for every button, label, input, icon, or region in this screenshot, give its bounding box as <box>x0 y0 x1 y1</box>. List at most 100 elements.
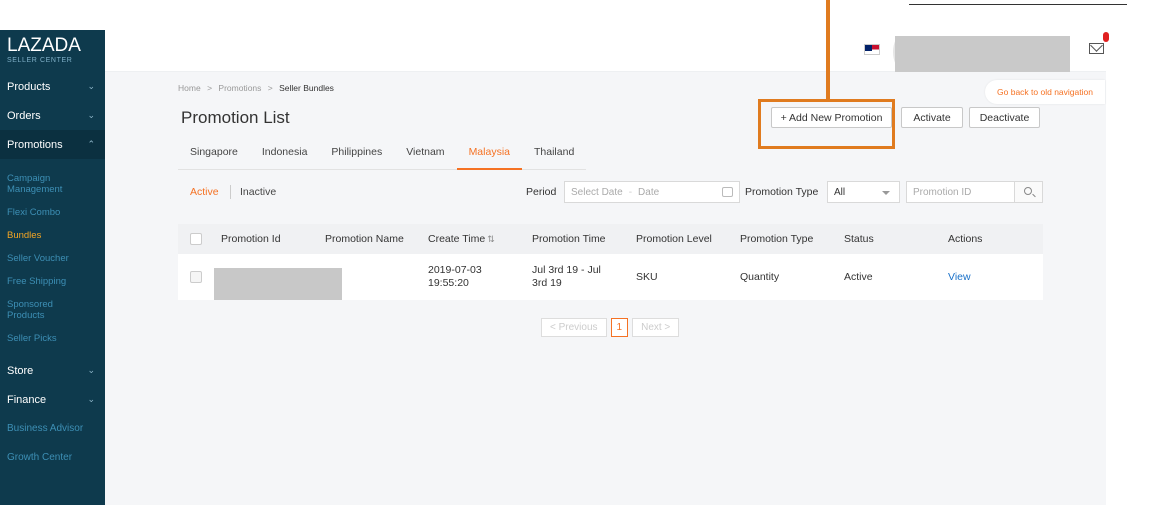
sidebar-item-label: Business Advisor <box>7 423 84 434</box>
logo-text: LAZADA <box>7 35 81 56</box>
annotation-highlight-box <box>758 99 895 149</box>
breadcrumb-separator: > <box>267 83 273 93</box>
tab-malaysia[interactable]: Malaysia <box>456 140 522 170</box>
date-range-input[interactable]: Select Date - Date <box>564 181 740 203</box>
row-checkbox-cell <box>178 271 213 283</box>
sidebar: LAZADA SELLER CENTER Products ⌄ Orders ⌄… <box>0 30 105 505</box>
calendar-icon <box>722 187 733 197</box>
caret-down-icon <box>882 191 890 195</box>
promotion-type-select[interactable]: All <box>827 181 900 203</box>
sidebar-item-orders[interactable]: Orders ⌄ <box>0 101 105 130</box>
col-header-promotion-type: Promotion Type <box>740 232 814 245</box>
promotion-type-label: Promotion Type <box>745 186 819 198</box>
breadcrumb-separator: > <box>207 83 213 93</box>
date-end-placeholder: Date <box>638 186 660 198</box>
notification-badge <box>1103 32 1109 42</box>
sidebar-item-store[interactable]: Store ⌄ <box>0 356 105 385</box>
sidebar-subitem-bundles[interactable]: Bundles <box>0 230 105 241</box>
search-button[interactable] <box>1014 182 1042 202</box>
mail-icon[interactable] <box>1089 43 1104 54</box>
sidebar-item-finance[interactable]: Finance ⌄ <box>0 385 105 414</box>
table-header-row: Promotion Id Promotion Name Create Time ⇅… <box>178 224 1043 254</box>
user-info-redacted[interactable] <box>895 36 1070 72</box>
filter-bar: Active Inactive Period Select Date - Dat… <box>178 178 1043 206</box>
malaysia-flag-icon[interactable] <box>864 44 880 55</box>
sidebar-item-products[interactable]: Products ⌄ <box>0 72 105 101</box>
breadcrumb-home[interactable]: Home <box>178 83 201 93</box>
logo[interactable]: LAZADA SELLER CENTER <box>0 30 105 72</box>
top-header <box>105 30 1109 72</box>
promotions-submenu: Campaign Management Flexi Combo Bundles … <box>0 159 105 344</box>
promotion-id-input[interactable]: Promotion ID <box>906 181 1043 203</box>
sidebar-item-label: Products <box>7 80 51 93</box>
sidebar-item-label: Finance <box>7 393 47 406</box>
country-tabs: Singapore Indonesia Philippines Vietnam … <box>178 140 587 170</box>
deactivate-button[interactable]: Deactivate <box>969 107 1040 128</box>
col-header-actions: Actions <box>948 232 983 245</box>
date-start-placeholder: Select Date <box>571 186 623 198</box>
chevron-down-icon: ⌄ <box>87 81 95 91</box>
tab-philippines[interactable]: Philippines <box>319 140 394 170</box>
cell-promotion-level: SKU <box>636 270 658 283</box>
divider <box>230 185 231 199</box>
col-header-status: Status <box>844 232 874 245</box>
old-navigation-link[interactable]: Go back to old navigation <box>985 80 1105 104</box>
sidebar-subitem-seller-voucher[interactable]: Seller Voucher <box>0 253 105 264</box>
tab-indonesia[interactable]: Indonesia <box>250 140 320 170</box>
pagination: < Previous 1 Next > <box>541 318 680 337</box>
view-link-label: View <box>948 270 971 283</box>
table-row: 2019-07-03 19:55:20 Jul 3rd 19 - Jul 3rd… <box>178 254 1043 300</box>
cell-promotion-time: Jul 3rd 19 - Jul 3rd 19 <box>532 264 601 289</box>
view-link[interactable]: View <box>940 271 1043 284</box>
previous-page-button[interactable]: < Previous <box>541 318 607 337</box>
chevron-down-icon: ⌄ <box>87 365 95 375</box>
page-title: Promotion List <box>181 108 290 127</box>
page-1-button[interactable]: 1 <box>610 318 629 337</box>
col-header-create-time-label: Create Time <box>428 232 486 245</box>
sidebar-subitem-sponsored-products[interactable]: Sponsored Products <box>0 299 60 321</box>
search-icon <box>1024 187 1032 195</box>
col-header-promotion-name: Promotion Name <box>325 232 404 245</box>
col-header-promotion-id: Promotion Id <box>221 232 281 245</box>
tab-thailand[interactable]: Thailand <box>522 140 586 170</box>
sidebar-subitem-campaign-management[interactable]: Campaign Management <box>0 173 70 195</box>
chevron-down-icon: ⌄ <box>87 110 95 120</box>
sidebar-item-growth-center[interactable]: Growth Center <box>0 443 105 472</box>
next-page-button[interactable]: Next > <box>632 318 680 337</box>
top-divider-line <box>909 4 1127 5</box>
cell-create-time: 2019-07-03 19:55:20 <box>428 264 482 289</box>
sidebar-item-label: Promotions <box>7 138 63 151</box>
promotion-id-placeholder: Promotion ID <box>913 186 972 198</box>
chevron-up-icon: ⌃ <box>87 139 95 149</box>
promotion-type-value: All <box>834 186 846 198</box>
page: LAZADA SELLER CENTER Products ⌄ Orders ⌄… <box>0 0 1151 525</box>
sidebar-item-label: Orders <box>7 109 41 122</box>
sidebar-item-business-advisor[interactable]: Business Advisor <box>0 414 105 443</box>
sidebar-item-label: Growth Center <box>7 452 73 463</box>
breadcrumb: Home > Promotions > Seller Bundles <box>178 83 334 93</box>
period-label: Period <box>526 186 557 198</box>
cell-promotion-type: Quantity <box>740 270 780 283</box>
row-checkbox[interactable] <box>190 271 202 283</box>
sidebar-subitem-flexi-combo[interactable]: Flexi Combo <box>0 207 105 218</box>
tab-singapore[interactable]: Singapore <box>178 140 250 170</box>
promotion-table: Promotion Id Promotion Name Create Time ⇅… <box>178 224 1043 300</box>
cell-status: Active <box>844 270 873 283</box>
status-tab-inactive[interactable]: Inactive <box>240 186 276 198</box>
sidebar-item-promotions[interactable]: Promotions ⌃ <box>0 130 105 159</box>
sort-icon[interactable]: ⇅ <box>487 234 495 244</box>
logo-subtitle: SELLER CENTER <box>7 57 73 64</box>
sidebar-subitem-free-shipping[interactable]: Free Shipping <box>0 276 105 287</box>
sidebar-item-label: Store <box>7 364 34 377</box>
status-tab-active[interactable]: Active <box>190 186 219 198</box>
select-all-checkbox[interactable] <box>190 233 202 245</box>
col-header-promotion-time: Promotion Time <box>532 232 606 245</box>
tab-vietnam[interactable]: Vietnam <box>394 140 456 170</box>
col-header-create-time[interactable]: Create Time ⇅ <box>420 233 524 246</box>
breadcrumb-promotions[interactable]: Promotions <box>218 83 261 93</box>
activate-button[interactable]: Activate <box>901 107 963 128</box>
chevron-down-icon: ⌄ <box>87 394 95 404</box>
sidebar-subitem-seller-picks[interactable]: Seller Picks <box>0 333 105 344</box>
breadcrumb-current: Seller Bundles <box>279 83 334 93</box>
date-separator: - <box>628 186 633 198</box>
